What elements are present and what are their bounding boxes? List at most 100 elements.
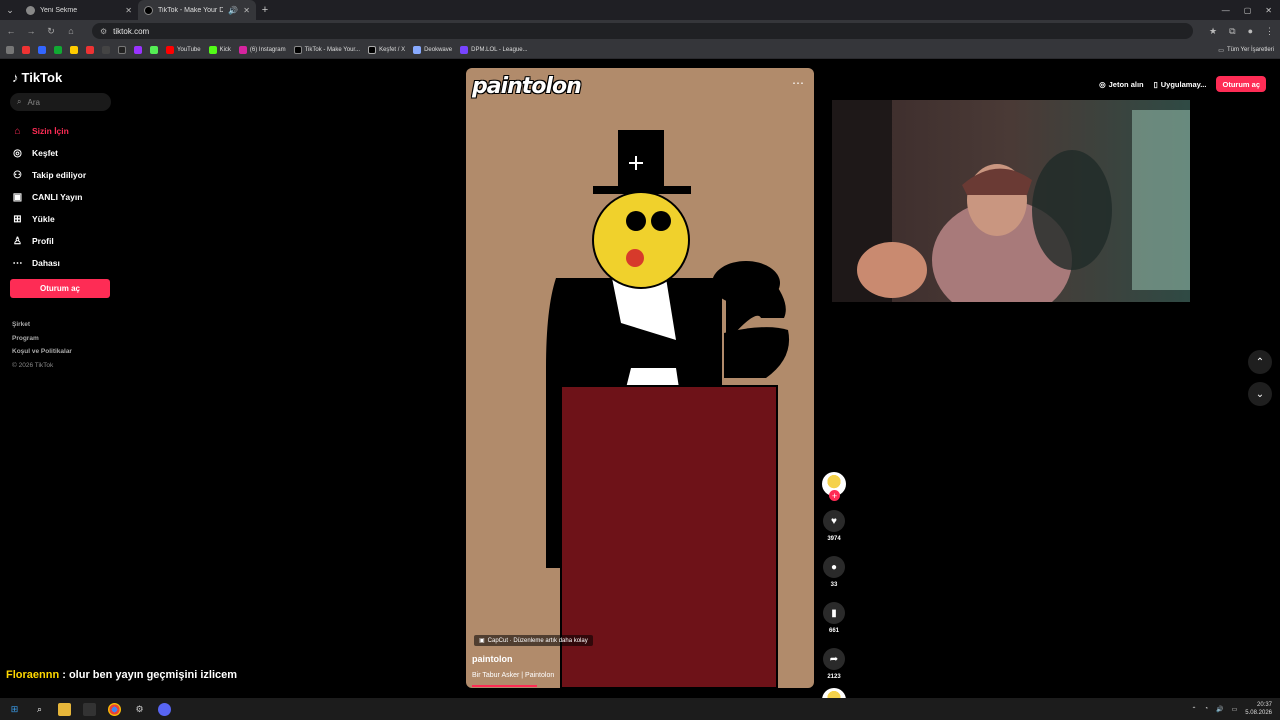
footer-link-terms[interactable]: Koşul ve Politikalar [12, 345, 72, 359]
bookmark-star-icon[interactable]: ★ [1209, 26, 1217, 37]
bookmark-icon[interactable] [70, 46, 78, 54]
sidebar-item-upload[interactable]: ⊞ Yükle [12, 208, 132, 230]
globe-icon [26, 5, 35, 15]
bookmark-label: Kick [219, 47, 231, 53]
capcut-label[interactable]: ▣ CapCut · Düzenleme artık daha kolay [474, 635, 593, 646]
comment-action[interactable]: ● 33 [822, 556, 846, 588]
bookmark-label: Deokwave [424, 47, 453, 53]
back-icon[interactable]: ← [6, 26, 16, 36]
maximize-icon[interactable]: ▢ [1244, 6, 1252, 15]
bookmarks-bar: YouTube Kick (6) Instagram TikTok - Make… [0, 42, 1280, 59]
tab-tiktok[interactable]: TikTok - Make Your Day 🔊 ✕ [138, 0, 256, 20]
profile-icon[interactable]: ● [1248, 26, 1253, 37]
bookmark-icon[interactable] [22, 46, 30, 54]
tiktok-logo[interactable]: ♪ TikTok [12, 70, 62, 85]
video-player[interactable]: paintolon ⋯ ▣ CapCut · Düzenleme artık d… [466, 68, 814, 688]
chrome-icon[interactable] [108, 702, 121, 716]
forward-icon[interactable]: → [26, 26, 36, 36]
discord-icon[interactable] [158, 702, 171, 716]
bookmark-kick[interactable]: Kick [208, 46, 231, 54]
apps-icon[interactable] [6, 46, 14, 54]
bookmark-icon[interactable] [118, 46, 126, 54]
bookmark-deokwave[interactable]: Deokwave [413, 46, 452, 54]
character-arm [712, 261, 780, 305]
address-bar[interactable]: ⚙ tiktok.com [92, 23, 1194, 39]
share-count: 2123 [827, 674, 841, 680]
sidebar-item-for-you[interactable]: ⌂ Sizin İçin [12, 120, 132, 142]
footer-link-program[interactable]: Program [12, 332, 72, 346]
settings-icon[interactable]: ⚙ [133, 703, 146, 716]
video-progress-bar[interactable] [472, 685, 537, 687]
reload-icon[interactable]: ↻ [46, 26, 56, 37]
sidebar-item-label: Yükle [32, 214, 55, 224]
bookmark-label: DPM.LOL - League... [471, 47, 528, 53]
tray-chevron-icon[interactable]: ⌃ [1191, 706, 1196, 713]
windows-start-icon[interactable]: ⊞ [8, 703, 21, 716]
share-icon[interactable]: ➦ [823, 648, 845, 670]
home-icon[interactable]: ⌂ [66, 26, 76, 36]
next-video-button[interactable]: ⌄ [1248, 382, 1272, 406]
sidebar-item-more[interactable]: ⋯ Dahası [12, 252, 132, 274]
bookmark-icon[interactable]: ▮ [823, 602, 845, 624]
bookmark-x[interactable]: Keşfet / X [368, 46, 405, 54]
calendar-icon[interactable] [83, 702, 96, 716]
video-more-icon[interactable]: ⋯ [792, 76, 804, 90]
minimize-icon[interactable]: — [1222, 6, 1230, 15]
close-window-icon[interactable]: ✕ [1265, 6, 1272, 15]
save-action[interactable]: ▮ 661 [822, 602, 846, 634]
bookmark-instagram[interactable]: (6) Instagram [238, 46, 286, 54]
bookmark-tiktok[interactable]: TikTok - Make Your... [293, 46, 361, 54]
extensions-icon[interactable]: ⧉ [1229, 26, 1235, 37]
file-explorer-icon[interactable] [58, 702, 71, 716]
footer-link-company[interactable]: Şirket [12, 318, 72, 332]
heart-icon[interactable]: ♥ [823, 510, 845, 532]
video-sound[interactable]: Bir Tabur Asker | Paintolon [472, 672, 554, 679]
battery-icon[interactable]: ▭ [1232, 706, 1238, 713]
bookmark-icon[interactable] [38, 46, 46, 54]
sidebar-login-button[interactable]: Oturum aç [10, 279, 110, 298]
search-input[interactable]: ⌕ Ara [10, 93, 111, 111]
share-action[interactable]: ➦ 2123 [822, 648, 846, 680]
sidebar-item-explore[interactable]: ◎ Keşfet [12, 142, 132, 164]
like-action[interactable]: ♥ 3974 [822, 510, 846, 542]
get-coins-button[interactable]: ◎ Jeton alın [1099, 80, 1144, 89]
chevron-down-icon: ⌄ [1255, 388, 1265, 400]
tab-new[interactable]: Yeni Sekme ✕ [20, 0, 138, 20]
character-mouth [626, 249, 644, 267]
get-app-button[interactable]: ▯ Uygulamay... [1154, 80, 1207, 89]
sidebar-item-live[interactable]: ▣ CANLI Yayın [12, 186, 132, 208]
search-icon[interactable]: ⌕ [33, 703, 46, 716]
coin-icon: ◎ [1099, 79, 1106, 89]
menu-icon[interactable]: ⋮ [1265, 26, 1274, 37]
audio-icon[interactable]: 🔊 [228, 6, 238, 15]
bookmark-label: TikTok - Make Your... [304, 47, 361, 53]
volume-icon[interactable]: 🔊 [1216, 706, 1223, 713]
home-icon: ⌂ [14, 125, 21, 137]
bookmark-icon[interactable] [102, 46, 110, 54]
bookmark-icon[interactable] [150, 46, 158, 54]
character-eye-right [651, 211, 671, 231]
network-icon[interactable]: ◔ [1205, 706, 1209, 712]
clock[interactable]: 20:37 5.08.2026 [1245, 701, 1272, 717]
site-info-icon[interactable]: ⚙ [100, 27, 107, 36]
comment-icon[interactable]: ● [823, 556, 845, 578]
bookmark-icon[interactable] [86, 46, 94, 54]
sidebar-item-following[interactable]: ⚇ Takip ediliyor [12, 164, 132, 186]
close-tab-icon[interactable]: ✕ [125, 6, 132, 15]
creator-avatar[interactable]: + [822, 472, 846, 501]
sidebar-item-profile[interactable]: ♙ Profil [12, 230, 132, 252]
bookmark-dpm[interactable]: DPM.LOL - League... [460, 46, 528, 54]
top-hat [618, 130, 664, 190]
previous-video-button[interactable]: ⌃ [1248, 350, 1272, 374]
follow-plus-icon[interactable]: + [829, 490, 840, 501]
tab-search-icon[interactable]: ⌄ [0, 0, 20, 20]
deokwave-icon [413, 46, 422, 54]
new-tab-button[interactable]: + [256, 4, 274, 16]
bookmark-icon[interactable] [134, 46, 142, 54]
video-author[interactable]: paintolon [472, 654, 513, 664]
all-bookmarks[interactable]: ▭ Tüm Yer İşaretleri [1218, 47, 1274, 54]
bookmark-youtube[interactable]: YouTube [166, 46, 201, 54]
bookmark-icon[interactable] [54, 46, 62, 54]
close-tab-icon[interactable]: ✕ [243, 6, 250, 15]
header-login-button[interactable]: Oturum aç [1216, 76, 1266, 92]
